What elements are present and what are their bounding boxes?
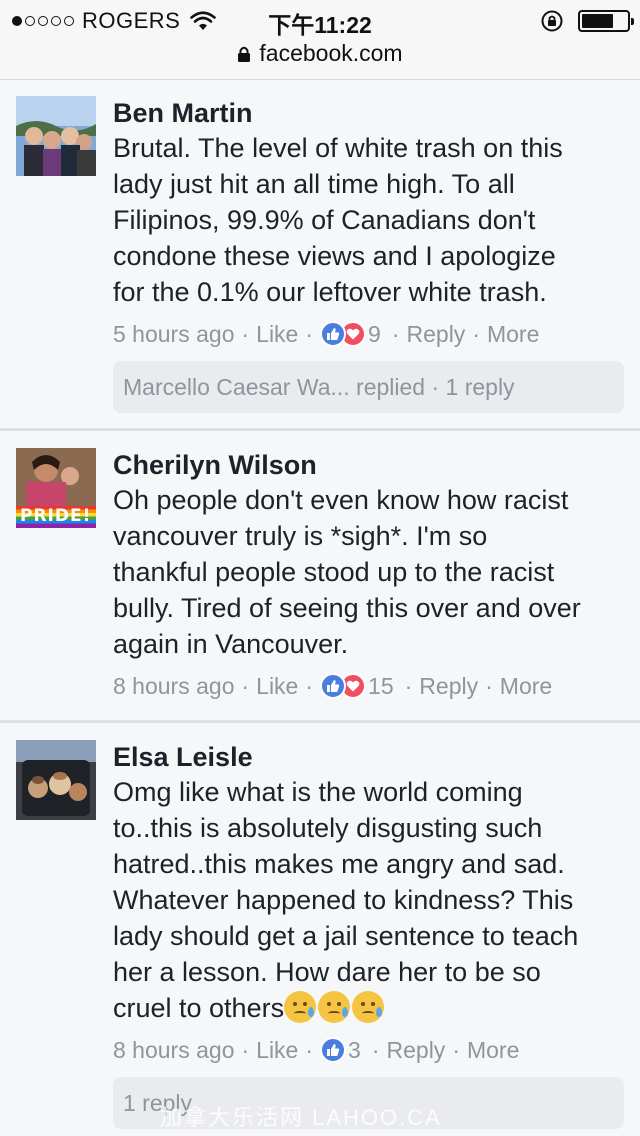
more-button[interactable]: More — [487, 321, 539, 348]
comment-actions: 5 hours ago · Like · 9 · Reply · More — [113, 316, 626, 352]
reactions[interactable]: 15 — [320, 673, 394, 700]
comment-text-line: again in Vancouver. — [113, 629, 349, 659]
comment-text: Brutal. The level of white trash on this… — [113, 130, 626, 310]
like-button[interactable]: Like — [256, 1037, 298, 1064]
address-bar[interactable]: facebook.com — [0, 40, 640, 67]
status-bar: ROGERS 下午11:22 facebook.com — [0, 0, 640, 80]
comment-text-line: thankful people stood up to the racist — [113, 557, 555, 587]
reply-button[interactable]: Reply — [407, 321, 466, 348]
thumbs-up-icon — [320, 1037, 347, 1063]
divider — [0, 720, 640, 723]
reaction-count: 9 — [368, 320, 381, 347]
avatar[interactable] — [16, 740, 96, 820]
watermark: 加拿大乐活网 LAHOO.CA — [160, 1105, 442, 1130]
replies-preview[interactable]: Marcello Caesar Wa... replied · 1 reply — [113, 361, 624, 413]
comment-author[interactable]: Cherilyn Wilson — [113, 448, 626, 482]
reactions[interactable]: 3 — [320, 1037, 361, 1064]
separator: · — [241, 672, 250, 699]
comment-text: Omg like what is the world coming to..th… — [113, 774, 626, 1026]
comment-text-line: Omg like what is the world coming — [113, 777, 523, 807]
more-button[interactable]: More — [467, 1037, 519, 1064]
comment: Ben Martin Brutal. The level of white tr… — [113, 96, 626, 352]
thumbs-up-icon — [320, 673, 347, 699]
timestamp[interactable]: 8 hours ago — [113, 1037, 234, 1064]
separator: · — [452, 1036, 460, 1063]
comment-text-line: vancouver truly is *sigh*. I'm so — [113, 521, 488, 551]
comment-text-line: Filipinos, 99.9% of Canadians don't — [113, 205, 536, 235]
comment-text-line: Whatever happened to kindness? This — [113, 885, 574, 915]
status-icons — [540, 8, 634, 34]
url-text: facebook.com — [259, 40, 403, 66]
battery-icon — [578, 10, 634, 32]
timestamp[interactable]: 5 hours ago — [113, 321, 234, 348]
separator: · — [241, 1036, 250, 1063]
reply-button[interactable]: Reply — [387, 1037, 446, 1064]
comment-text-line: hatred..this makes me angry and sad. — [113, 849, 565, 879]
separator: · — [305, 320, 314, 347]
comment-actions: 8 hours ago · Like · 3 · Reply · More — [113, 1032, 626, 1068]
thumbs-up-icon — [320, 321, 347, 347]
separator: · — [391, 320, 400, 347]
comment: Cherilyn Wilson Oh people don't even kno… — [113, 448, 626, 704]
sad-tear-emoji-icon — [284, 991, 317, 1023]
comment: Elsa Leisle Omg like what is the world c… — [113, 740, 626, 1068]
comment-text-line: Oh people don't even know how racist — [113, 485, 569, 515]
reaction-count: 3 — [348, 1036, 361, 1063]
avatar-pride-text: PRIDE! — [20, 506, 92, 526]
like-button[interactable]: Like — [256, 321, 298, 348]
separator: · — [485, 672, 493, 699]
padlock-icon — [238, 46, 251, 62]
comment-text-line: to..this is absolutely disgusting such — [113, 813, 543, 843]
reactions[interactable]: 9 — [320, 321, 381, 348]
comment-text-fragment: cruel to others — [113, 993, 285, 1023]
reaction-count: 15 — [368, 672, 394, 699]
comment-text-line: lady should get a jail sentence to teach — [113, 921, 579, 951]
comment-text-line: Brutal. The level of white trash on this — [113, 133, 563, 163]
divider — [0, 428, 640, 431]
comment-text: Oh people don't even know how racist van… — [113, 482, 626, 662]
separator: · — [305, 672, 314, 699]
avatar[interactable]: PRIDE! — [16, 448, 96, 528]
separator: · — [305, 1036, 314, 1063]
comment-author[interactable]: Ben Martin — [113, 96, 626, 130]
comment-text-line: her a lesson. How dare her to be so — [113, 957, 541, 987]
separator: · — [371, 1036, 380, 1063]
comment-author[interactable]: Elsa Leisle — [113, 740, 626, 774]
comment-text-line: bully. Tired of seeing this over and ove… — [113, 593, 581, 623]
comment-text-line: lady just hit an all time high. To all — [113, 169, 515, 199]
separator: · — [241, 320, 250, 347]
reply-button[interactable]: Reply — [419, 673, 478, 700]
separator: · — [472, 320, 480, 347]
like-button[interactable]: Like — [256, 673, 298, 700]
more-button[interactable]: More — [500, 673, 552, 700]
avatar[interactable] — [16, 96, 96, 176]
comment-text-line: cruel to others — [113, 990, 626, 1026]
comment-text-line: for the 0.1% our leftover white trash. — [113, 277, 547, 307]
rotation-lock-icon — [541, 10, 563, 32]
comment-text-line: condone these views and I apologize — [113, 241, 556, 271]
comment-actions: 8 hours ago · Like · 15 · Reply · More — [113, 668, 626, 704]
sad-tear-emoji-icon — [352, 991, 385, 1023]
separator: · — [404, 672, 413, 699]
sad-tear-emoji-icon — [318, 991, 351, 1023]
timestamp[interactable]: 8 hours ago — [113, 673, 234, 700]
